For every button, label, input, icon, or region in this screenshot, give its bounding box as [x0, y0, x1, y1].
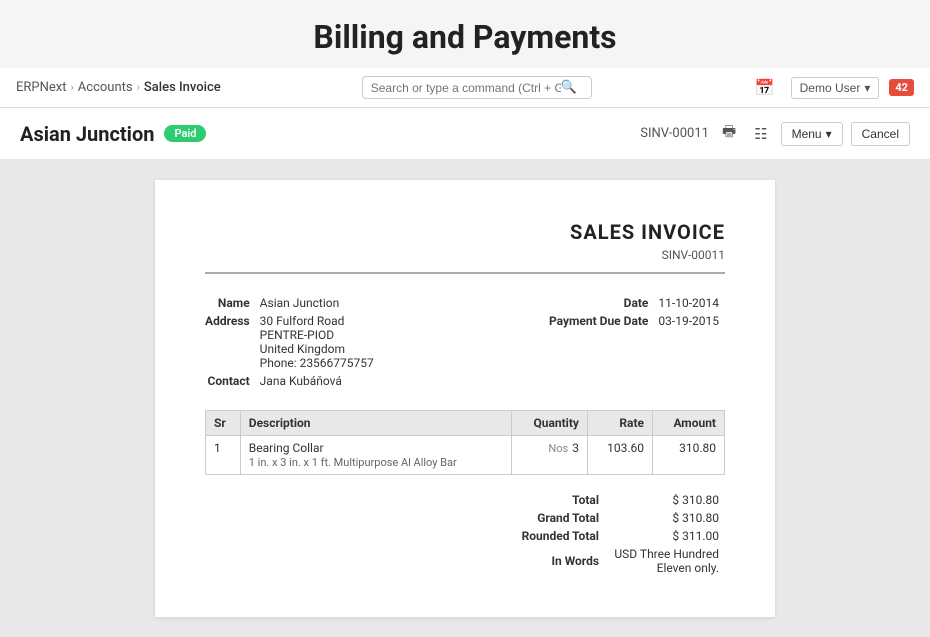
print-icon-btn[interactable]: 🖶	[717, 118, 741, 149]
search-input[interactable]	[371, 81, 561, 95]
invoice-totals: Total $ 310.80 Grand Total $ 310.80 Roun…	[205, 491, 725, 577]
breadcrumb-current: Sales Invoice	[144, 80, 221, 95]
breadcrumb-accounts[interactable]: Accounts	[78, 80, 133, 95]
contact-label: Contact	[205, 372, 260, 390]
contact-value: Jana Kubáňová	[260, 372, 380, 390]
invoice-items-table: Sr Description Quantity Rate Amount 1 Be…	[205, 410, 725, 475]
date-value: 11-10-2014	[658, 294, 725, 312]
search-bar[interactable]: 🔍	[362, 76, 592, 99]
grand-total-value: $ 310.80	[605, 509, 725, 527]
breadcrumb-sep-2: ›	[137, 81, 140, 94]
col-sr: Sr	[206, 411, 241, 436]
payment-due-label: Payment Due Date	[549, 312, 658, 330]
col-rate: Rate	[587, 411, 652, 436]
doc-title-area: Asian Junction Paid	[20, 122, 206, 146]
invoice-party-info: Name Asian Junction Address 30 Fulford R…	[205, 294, 725, 390]
breadcrumb-root[interactable]: ERPNext	[16, 80, 66, 95]
user-label: Demo User	[800, 81, 861, 95]
menu-button[interactable]: Menu ▾	[781, 122, 843, 146]
row-description: Bearing Collar 1 in. x 3 in. x 1 ft. Mul…	[240, 436, 512, 475]
notification-badge[interactable]: 42	[889, 79, 914, 96]
grand-total-label: Grand Total	[516, 509, 605, 527]
doc-id: SINV-00011	[640, 126, 709, 141]
invoice-paper: SALES INVOICE SINV-00011 Name Asian Junc…	[155, 180, 775, 617]
page-main-title: Billing and Payments	[0, 0, 930, 68]
user-menu-btn[interactable]: Demo User ▾	[791, 77, 880, 99]
menu-label: Menu	[792, 127, 822, 141]
address-label: Address	[205, 312, 260, 372]
chevron-down-icon: ▾	[864, 81, 870, 95]
name-value: Asian Junction	[260, 294, 380, 312]
address-value: 30 Fulford Road PENTRE-PIOD United Kingd…	[260, 312, 380, 372]
doc-header: Asian Junction Paid SINV-00011 🖶 ☷ Menu …	[0, 108, 930, 160]
breadcrumb: ERPNext › Accounts › Sales Invoice	[16, 80, 221, 95]
party-right: Date 11-10-2014 Payment Due Date 03-19-2…	[549, 294, 725, 390]
search-icon: 🔍	[561, 80, 577, 95]
in-words-label: In Words	[516, 545, 605, 577]
col-quantity: Quantity	[512, 411, 587, 436]
main-content: SALES INVOICE SINV-00011 Name Asian Junc…	[0, 160, 930, 637]
status-badge: Paid	[164, 125, 206, 142]
doc-title: Asian Junction	[20, 122, 154, 146]
doc-actions: SINV-00011 🖶 ☷ Menu ▾ Cancel	[640, 118, 910, 149]
breadcrumb-sep-1: ›	[70, 81, 73, 94]
col-description: Description	[240, 411, 512, 436]
rounded-total-value: $ 311.00	[605, 527, 725, 545]
payment-due-value: 03-19-2015	[658, 312, 725, 330]
name-label: Name	[205, 294, 260, 312]
rounded-total-label: Rounded Total	[516, 527, 605, 545]
calendar-icon: 📅	[755, 80, 775, 97]
menu-chevron-icon: ▾	[826, 127, 832, 141]
grid-icon-btn[interactable]: ☷	[749, 122, 772, 146]
col-amount: Amount	[653, 411, 725, 436]
row-amount: 310.80	[653, 436, 725, 475]
party-left: Name Asian Junction Address 30 Fulford R…	[205, 294, 380, 390]
navbar: ERPNext › Accounts › Sales Invoice 🔍 📅 D…	[0, 68, 930, 108]
total-label: Total	[516, 491, 605, 509]
total-value: $ 310.80	[605, 491, 725, 509]
navbar-right: 📅 Demo User ▾ 42	[749, 76, 914, 100]
date-label: Date	[549, 294, 658, 312]
row-quantity: Nos3	[512, 436, 587, 475]
cancel-button[interactable]: Cancel	[851, 122, 910, 146]
invoice-header: SALES INVOICE SINV-00011	[205, 220, 725, 274]
invoice-title: SALES INVOICE	[205, 220, 725, 244]
invoice-number: SINV-00011	[205, 248, 725, 262]
calendar-icon-btn[interactable]: 📅	[749, 76, 781, 100]
row-rate: 103.60	[587, 436, 652, 475]
in-words-value: USD Three Hundred Eleven only.	[605, 545, 725, 577]
row-sr: 1	[206, 436, 241, 475]
table-row: 1 Bearing Collar 1 in. x 3 in. x 1 ft. M…	[206, 436, 725, 475]
